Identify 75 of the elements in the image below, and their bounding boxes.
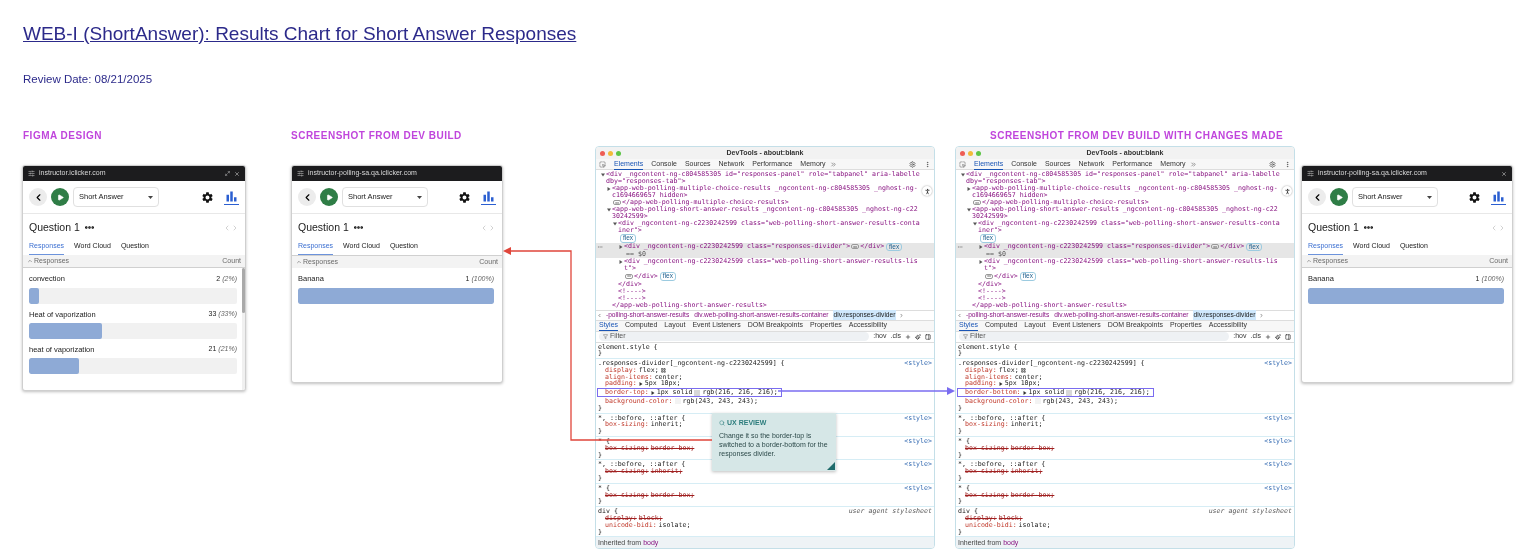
- search-icon: [719, 420, 725, 427]
- color-swatch[interactable]: [694, 389, 701, 396]
- expand-triangle-icon[interactable]: [650, 390, 655, 395]
- back-button[interactable]: [1308, 188, 1326, 206]
- ellipsis-badge-icon[interactable]: [851, 244, 860, 250]
- flex-editor-icon[interactable]: [660, 367, 666, 373]
- question-title: Question 1: [29, 220, 80, 235]
- page-title: WEB-I (ShortAnswer): Results Chart for Short Answer Responses: [23, 22, 577, 46]
- settings-icon[interactable]: [458, 190, 471, 204]
- caret-icon: [417, 195, 422, 199]
- section-heading: FIGMA DESIGN: [23, 129, 102, 143]
- expanded-triangle-icon[interactable]: [973, 222, 977, 226]
- expand-triangle-icon[interactable]: [1022, 390, 1027, 395]
- color-swatch[interactable]: [1066, 389, 1073, 396]
- collapsed-triangle-icon[interactable]: [979, 260, 983, 264]
- ellipsis-badge-icon[interactable]: [985, 273, 993, 279]
- sliders-icon: [28, 170, 35, 177]
- filter-icon: [963, 334, 968, 339]
- play-icon: [325, 193, 333, 201]
- expanded-triangle-icon[interactable]: [601, 173, 605, 177]
- bar-chart-icon[interactable]: [481, 189, 496, 205]
- expanded-triangle-icon[interactable]: [961, 173, 965, 177]
- review-date: Review Date: 08/21/2025: [23, 71, 154, 87]
- brush-icon[interactable]: [1275, 333, 1281, 340]
- accessibility-icon[interactable]: [1282, 186, 1292, 196]
- sliders-icon: [1307, 170, 1314, 177]
- close-icon[interactable]: [234, 170, 240, 177]
- flex-editor-icon[interactable]: [1020, 367, 1026, 373]
- close-window-icon[interactable]: [600, 150, 605, 156]
- bar-chart-icon[interactable]: [224, 189, 239, 205]
- expand-icon[interactable]: [225, 171, 230, 176]
- add-icon[interactable]: [1265, 333, 1271, 340]
- back-button[interactable]: [29, 188, 47, 206]
- caret-icon: [1427, 195, 1432, 199]
- brush-icon[interactable]: [915, 333, 921, 340]
- close-icon[interactable]: [1501, 170, 1507, 177]
- question-title: Question 1: [298, 220, 349, 235]
- sliders-icon: [297, 170, 304, 177]
- color-swatch[interactable]: [674, 398, 681, 405]
- expanded-triangle-icon[interactable]: [607, 208, 611, 212]
- play-icon: [56, 193, 64, 201]
- collapsed-triangle-icon[interactable]: [607, 187, 611, 191]
- play-button[interactable]: [1330, 188, 1348, 206]
- expanded-triangle-icon[interactable]: [967, 208, 971, 212]
- settings-icon[interactable]: [201, 190, 214, 204]
- bar-chart-icon[interactable]: [1491, 189, 1506, 205]
- back-button[interactable]: [298, 188, 316, 206]
- play-button[interactable]: [320, 188, 338, 206]
- folded-corner-icon: [827, 462, 835, 470]
- inspect-icon[interactable]: [959, 160, 966, 168]
- accessibility-icon[interactable]: [922, 186, 932, 196]
- play-icon: [1335, 193, 1343, 201]
- sidebar-icon[interactable]: [925, 333, 931, 340]
- inspect-icon[interactable]: [599, 160, 606, 168]
- close-window-icon[interactable]: [960, 150, 965, 156]
- collapsed-triangle-icon[interactable]: [619, 260, 623, 264]
- question-title: Question 1: [1308, 220, 1359, 235]
- collapsed-triangle-icon[interactable]: [979, 244, 983, 249]
- caret-icon: [148, 195, 153, 199]
- color-swatch[interactable]: [1034, 398, 1041, 405]
- expand-triangle-icon[interactable]: [998, 381, 1003, 386]
- sidebar-icon[interactable]: [1285, 333, 1291, 340]
- play-button[interactable]: [51, 188, 69, 206]
- expand-triangle-icon[interactable]: [638, 381, 643, 386]
- expanded-triangle-icon[interactable]: [613, 222, 617, 226]
- collapsed-triangle-icon[interactable]: [619, 244, 623, 249]
- collapsed-triangle-icon[interactable]: [967, 187, 971, 191]
- filter-icon: [603, 334, 608, 339]
- section-heading: SCREENSHOT FROM DEV BUILD: [291, 129, 462, 143]
- section-heading: SCREENSHOT FROM DEV BUILD WITH CHANGES MADE: [990, 129, 1284, 143]
- ellipsis-badge-icon[interactable]: [625, 273, 633, 279]
- ellipsis-badge-icon[interactable]: [1211, 244, 1220, 250]
- add-icon[interactable]: [905, 333, 911, 340]
- scrollbar[interactable]: [242, 268, 245, 390]
- settings-icon[interactable]: [1468, 190, 1481, 204]
